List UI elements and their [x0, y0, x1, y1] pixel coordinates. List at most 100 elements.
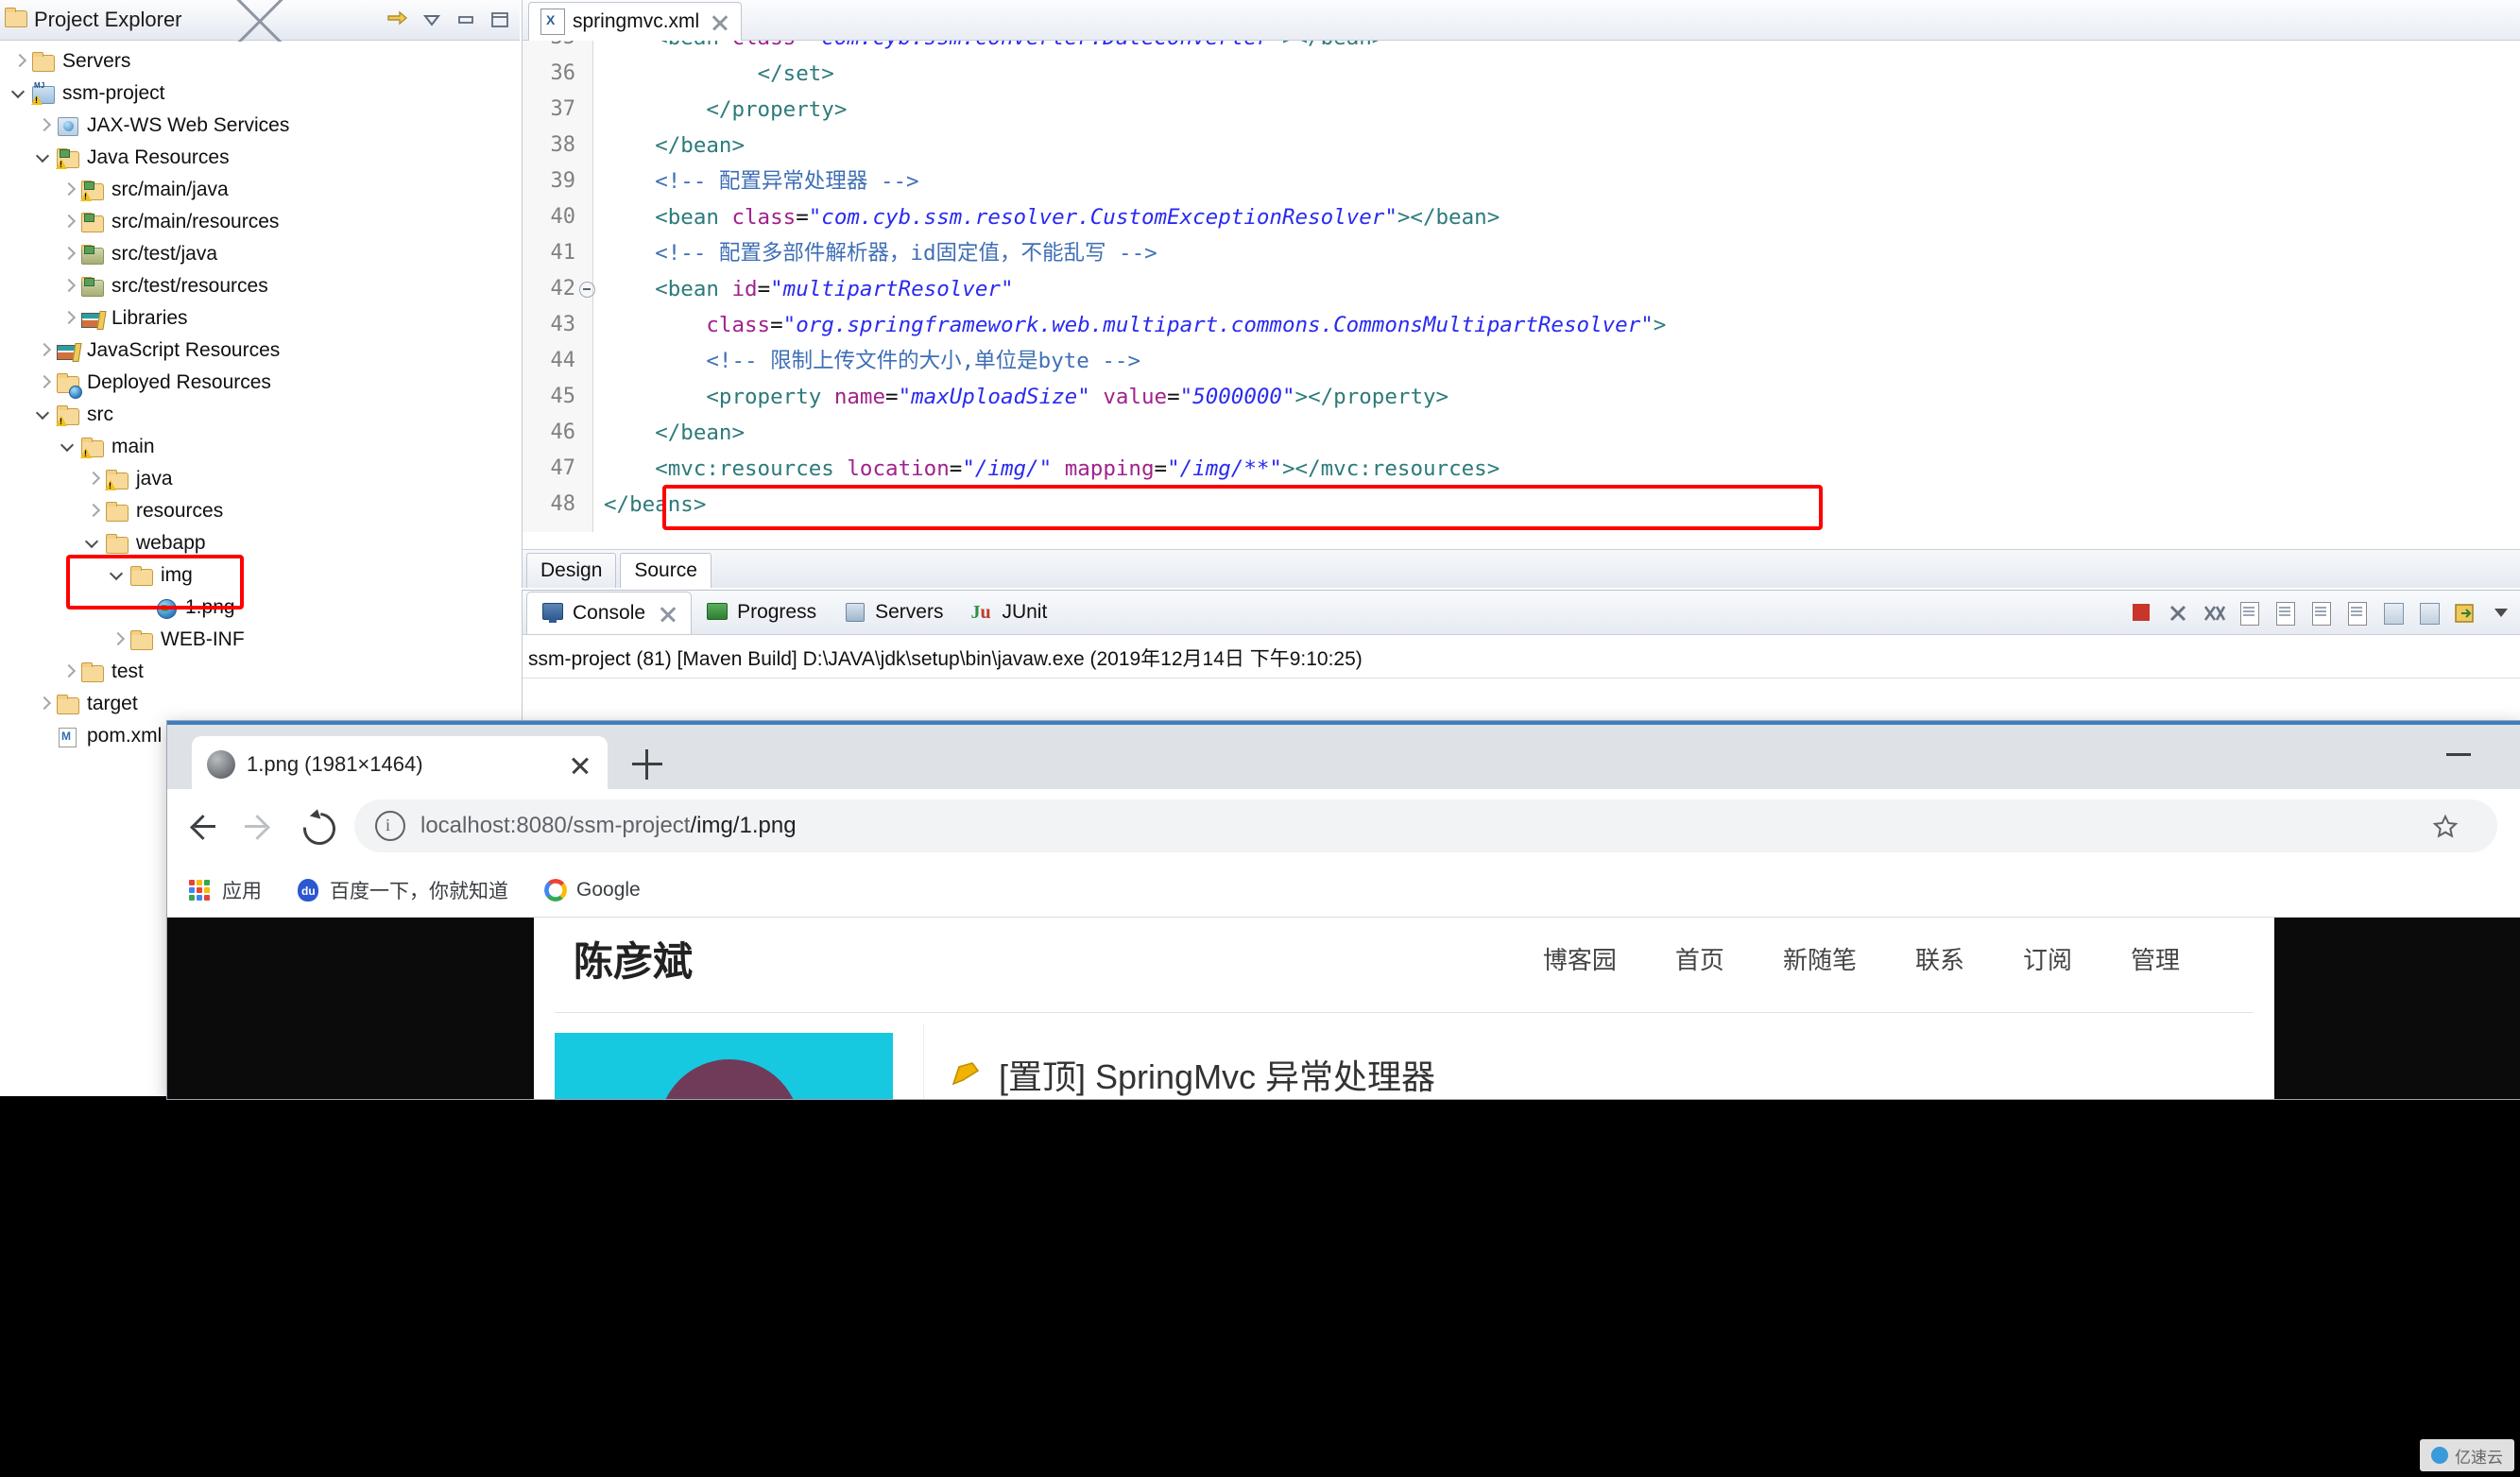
tree-item-java-resources[interactable]: Java Resources: [0, 142, 520, 174]
arrow-back-icon[interactable]: [182, 805, 224, 847]
tab-servers[interactable]: Servers: [830, 592, 956, 633]
maximize-icon[interactable]: [488, 8, 512, 32]
code-line-48[interactable]: 48 </beans>: [523, 487, 2520, 523]
chevron-right-icon[interactable]: [34, 116, 53, 135]
tree-item-main[interactable]: main: [0, 431, 520, 463]
code-line-46[interactable]: 46 </bean>: [523, 415, 2520, 451]
chevron-down-icon[interactable]: [9, 84, 28, 103]
chevron-right-icon[interactable]: [59, 213, 77, 232]
code-line-35[interactable]: 35 <bean class="com.cyb.ssm.converter.Da…: [523, 41, 2520, 56]
code-lines[interactable]: 35 <bean class="com.cyb.ssm.converter.Da…: [523, 41, 2520, 523]
code-line-44[interactable]: 44 <!-- 限制上传文件的大小,单位是byte -->: [523, 343, 2520, 379]
chevron-right-icon[interactable]: [59, 245, 77, 264]
open-console-icon[interactable]: [2452, 600, 2478, 627]
blog-nav-item[interactable]: 新随笔: [1783, 941, 1857, 976]
info-circle-icon[interactable]: [375, 811, 405, 841]
minimize-icon[interactable]: [2446, 753, 2471, 756]
display-selected-console-icon[interactable]: [2416, 600, 2443, 627]
code-scroll-area[interactable]: 35 <bean class="com.cyb.ssm.converter.Da…: [523, 41, 2520, 532]
remove-launch-icon[interactable]: [2165, 600, 2191, 627]
tree-item-test[interactable]: test: [0, 656, 520, 688]
chevron-down-icon[interactable]: [59, 438, 77, 456]
editor-design-source-tabs[interactable]: Design Source: [523, 549, 2520, 588]
code-line-38[interactable]: 38 </bean>: [523, 128, 2520, 163]
blog-post-entry[interactable]: [置顶] SpringMvc 异常处理器: [950, 1050, 1435, 1099]
clear-console-icon[interactable]: [2237, 600, 2263, 627]
code-line-43[interactable]: 43 class="org.springframework.web.multip…: [523, 307, 2520, 343]
chevron-down-icon[interactable]: [34, 148, 53, 167]
blog-nav-item[interactable]: 首页: [1675, 941, 1724, 976]
tab-progress[interactable]: Progress: [692, 592, 830, 633]
tree-item-ssm-project[interactable]: ssm-project: [0, 77, 520, 110]
browser-tab[interactable]: 1.png (1981×1464): [192, 736, 608, 793]
chevron-right-icon[interactable]: [83, 470, 102, 489]
blog-nav-item[interactable]: 订阅: [2023, 941, 2072, 976]
code-line-37[interactable]: 37 </property>: [523, 92, 2520, 128]
new-tab-icon[interactable]: [632, 749, 662, 780]
chevron-down-icon[interactable]: [83, 534, 102, 553]
chevron-right-icon[interactable]: [83, 502, 102, 521]
chevron-right-icon[interactable]: [34, 695, 53, 713]
blog-nav-item[interactable]: 联系: [1915, 941, 1964, 976]
blog-nav-item[interactable]: 管理: [2131, 941, 2180, 976]
close-icon[interactable]: [711, 12, 729, 31]
show-console-on-output-icon[interactable]: [2344, 600, 2371, 627]
tree-item-src-test-resources[interactable]: src/test/resources: [0, 270, 520, 302]
tree-item-src-test-java[interactable]: src/test/java: [0, 238, 520, 270]
tree-item-webapp[interactable]: webapp: [0, 527, 520, 559]
bookmarks-bar[interactable]: 应用 百度一下，你就知道 Google: [167, 863, 2520, 918]
view-menu-icon[interactable]: [420, 8, 444, 32]
blog-nav[interactable]: 博客园 首页 新随笔 联系 订阅 管理: [1543, 941, 2274, 976]
chevron-right-icon[interactable]: [59, 180, 77, 199]
minimize-icon[interactable]: [454, 8, 478, 32]
chevron-right-icon[interactable]: [59, 662, 77, 681]
tree-item-deployed-resources[interactable]: Deployed Resources: [0, 367, 520, 399]
tree-item-jax-ws-web-services[interactable]: JAX-WS Web Services: [0, 110, 520, 142]
code-line-40[interactable]: 40 <bean class="com.cyb.ssm.resolver.Cus…: [523, 199, 2520, 235]
bookmark-item[interactable]: 应用: [186, 876, 262, 904]
arrow-forward-icon[interactable]: [239, 805, 281, 847]
scroll-lock-icon[interactable]: [2272, 600, 2299, 627]
close-icon[interactable]: [196, 9, 216, 30]
tree-item-src-main-resources[interactable]: src/main/resources: [0, 206, 520, 238]
code-line-47[interactable]: 47 <mvc:resources location="/img/" mappi…: [523, 451, 2520, 487]
tree-item-resources[interactable]: resources: [0, 495, 520, 527]
tab-springmvc-xml[interactable]: springmvc.xml: [528, 2, 743, 41]
tree-item-web-inf[interactable]: WEB-INF: [0, 624, 520, 656]
chevron-right-icon[interactable]: [59, 277, 77, 296]
code-line-36[interactable]: 36 </set>: [523, 56, 2520, 92]
reload-icon[interactable]: [296, 805, 342, 851]
bookmark-item[interactable]: 百度一下，你就知道: [294, 876, 508, 904]
chevron-right-icon[interactable]: [108, 630, 127, 649]
terminate-icon[interactable]: [2129, 600, 2155, 627]
tree-item-src[interactable]: src: [0, 399, 520, 431]
word-wrap-icon[interactable]: [2308, 600, 2335, 627]
chevron-right-icon[interactable]: [59, 309, 77, 328]
tree-item-libraries[interactable]: Libraries: [0, 302, 520, 335]
tab-source[interactable]: Source: [620, 553, 711, 588]
chevron-right-icon[interactable]: [34, 341, 53, 360]
remove-all-terminated-icon[interactable]: [2201, 600, 2227, 627]
chevron-right-icon[interactable]: [34, 373, 53, 392]
blog-nav-item[interactable]: 博客园: [1543, 941, 1617, 976]
tree-item-target[interactable]: target: [0, 688, 520, 720]
tab-junit[interactable]: Ju JUnit: [956, 592, 1060, 633]
bookmark-star-icon[interactable]: [2431, 813, 2460, 841]
code-line-42[interactable]: 42 <bean id="multipartResolver": [523, 271, 2520, 307]
tree-item-1-png[interactable]: 1.png: [0, 592, 520, 624]
code-line-39[interactable]: 39 <!-- 配置异常处理器 -->: [523, 163, 2520, 199]
tab-console[interactable]: Console: [526, 591, 693, 634]
tree-item-servers[interactable]: Servers: [0, 45, 520, 77]
link-with-editor-icon[interactable]: [386, 8, 410, 32]
tab-design[interactable]: Design: [526, 553, 617, 588]
close-icon[interactable]: [568, 752, 592, 777]
tree-item-img[interactable]: img: [0, 559, 520, 592]
fold-toggle-icon[interactable]: [579, 282, 595, 298]
pin-console-icon[interactable]: [2380, 600, 2407, 627]
bookmark-item[interactable]: Google: [540, 877, 641, 903]
chevron-down-icon[interactable]: [108, 566, 127, 585]
tree-item-src-main-java[interactable]: src/main/java: [0, 174, 520, 206]
code-line-45[interactable]: 45 <property name="maxUploadSize" value=…: [523, 379, 2520, 415]
tree-item-java[interactable]: java: [0, 463, 520, 495]
chevron-down-icon[interactable]: [34, 405, 53, 424]
